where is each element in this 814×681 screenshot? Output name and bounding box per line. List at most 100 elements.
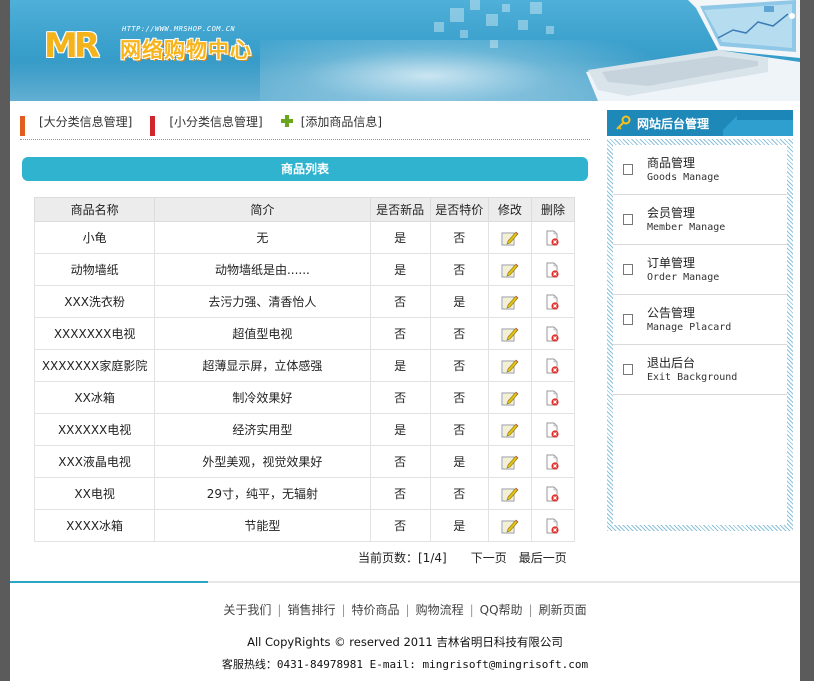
document-icon [623,314,633,325]
document-icon [623,214,633,225]
nav-category-sub[interactable]: [小分类信息管理] [150,113,263,136]
delete-icon[interactable] [546,389,560,406]
is-new-cell: 否 [369,285,431,318]
goods-list-title: 商品列表 [22,157,588,181]
edit-icon[interactable] [501,390,519,406]
goods-name-cell: XXXXXXX电视 [33,317,156,350]
delete-icon[interactable] [546,229,560,246]
goods-name-cell: XXX液晶电视 [33,445,156,478]
sidebar-item[interactable]: 商品管理 Goods Manage [613,145,787,195]
divider [20,139,590,140]
delete-icon[interactable] [546,453,560,470]
edit-cell [487,509,532,542]
delete-icon[interactable] [546,485,560,502]
is-special-cell: 否 [429,413,489,446]
logo-mr: MR [44,26,100,66]
nav-category-sub-label: [小分类信息管理] [169,114,263,129]
site-url-text: HTTP://WWW.MRSHOP.COM.CN [122,25,236,33]
edit-icon[interactable] [501,486,519,502]
footer-link[interactable]: 特价商品 [348,603,404,617]
edit-icon[interactable] [501,230,519,246]
goods-name-cell: XX冰箱 [33,381,156,414]
nav-add-goods[interactable]: [添加商品信息] [280,113,382,130]
goods-desc-cell: 超值型电视 [154,317,371,350]
sidebar-item-label: 商品管理 [647,155,696,170]
footer-link[interactable]: QQ帮助 [476,603,527,617]
is-special-cell: 否 [429,317,489,350]
goods-desc-cell: 动物墙纸是由...... [154,253,371,286]
edit-icon[interactable] [501,358,519,374]
sidebar-item[interactable]: 会员管理 Member Manage [613,195,787,245]
edit-icon[interactable] [501,294,519,310]
delete-icon[interactable] [546,293,560,310]
goods-table: 商品名称 简介 是否新品 是否特价 修改 删除 小龟无是否动物墙纸 动物墙纸是由.… [33,197,576,542]
next-page-link[interactable]: 下一页 [471,549,507,566]
sidebar-item-label: 公告管理 [647,305,696,320]
nav-category-main[interactable]: [大分类信息管理] [20,113,133,136]
footer-link[interactable]: 购物流程 [412,603,468,617]
table-row: 小龟无是否 [33,221,576,254]
laptop-illustration [586,0,800,101]
is-special-cell: 是 [429,509,489,542]
goods-name-cell: XXXXXX电视 [33,413,156,446]
hotline-text: 客服热线：0431-84978981 E-mail: mingrisoft@mi… [10,656,800,672]
grid-icon [20,115,31,136]
delete-cell [530,509,576,542]
edit-cell [487,349,532,382]
sidebar-item[interactable]: 公告管理 Manage Placard [613,295,787,345]
sidebar-item-label: 订单管理 [647,255,696,270]
delete-icon[interactable] [546,357,560,374]
delete-cell [530,253,576,286]
is-special-cell: 是 [429,445,489,478]
sidebar-item[interactable]: 订单管理 Order Manage [613,245,787,295]
is-special-cell: 否 [429,349,489,382]
goods-desc-cell: 外型美观，视觉效果好 [154,445,371,478]
hotline-value: 0431-84978981 E-mail: mingrisoft@mingris… [276,658,589,671]
is-special-cell: 否 [429,477,489,510]
delete-cell [530,445,576,478]
edit-cell [487,317,532,350]
is-new-cell: 否 [369,509,431,542]
edit-icon[interactable] [501,518,519,534]
logo-title: 网络购物中心 [120,38,252,62]
plus-icon [280,115,293,127]
edit-cell [487,381,532,414]
is-new-cell: 否 [369,317,431,350]
document-icon [623,364,633,375]
delete-icon[interactable] [546,325,560,342]
footer-link[interactable]: 刷新页面 [535,603,591,617]
delete-icon[interactable] [546,261,560,278]
is-special-cell: 是 [429,285,489,318]
goods-desc-cell: 节能型 [154,509,371,542]
column-header: 商品名称 [33,197,156,222]
sidebar-item-sublabel: Member Manage [647,221,726,233]
edit-cell [487,445,532,478]
delete-cell [530,349,576,382]
goods-name-cell: XXX洗衣粉 [33,285,156,318]
last-page-link[interactable]: 最后一页 [519,549,567,566]
footer-link[interactable]: 销售排行 [283,603,339,617]
sidebar-item[interactable]: 退出后台 Exit Background [613,345,787,395]
page-indicator: 当前页数：[1/4] [358,551,447,565]
goods-desc-cell: 经济实用型 [154,413,371,446]
nav-category-main-label: [大分类信息管理] [39,114,133,129]
sidebar-item-label: 会员管理 [647,205,696,220]
hotline-label: 客服热线： [221,658,277,671]
footer-link[interactable]: 关于我们 [219,603,275,617]
is-special-cell: 否 [429,253,489,286]
edit-icon[interactable] [501,422,519,438]
banner: HTTP://WWW.MRSHOP.COM.CN MR 网络购物中心 [10,0,800,101]
key-icon [616,115,631,130]
delete-icon[interactable] [546,517,560,534]
edit-icon[interactable] [501,326,519,342]
edit-icon[interactable] [501,454,519,470]
goods-name-cell: XXXXXXX家庭影院 [33,349,156,382]
delete-cell [530,317,576,350]
is-special-cell: 否 [429,221,489,254]
edit-icon[interactable] [501,262,519,278]
sidebar-item-sublabel: Goods Manage [647,171,720,183]
table-row: XXX洗衣粉 去污力强、清香怡人否是 [33,285,576,318]
edit-cell [487,285,532,318]
delete-icon[interactable] [546,421,560,438]
edit-cell [487,221,532,254]
